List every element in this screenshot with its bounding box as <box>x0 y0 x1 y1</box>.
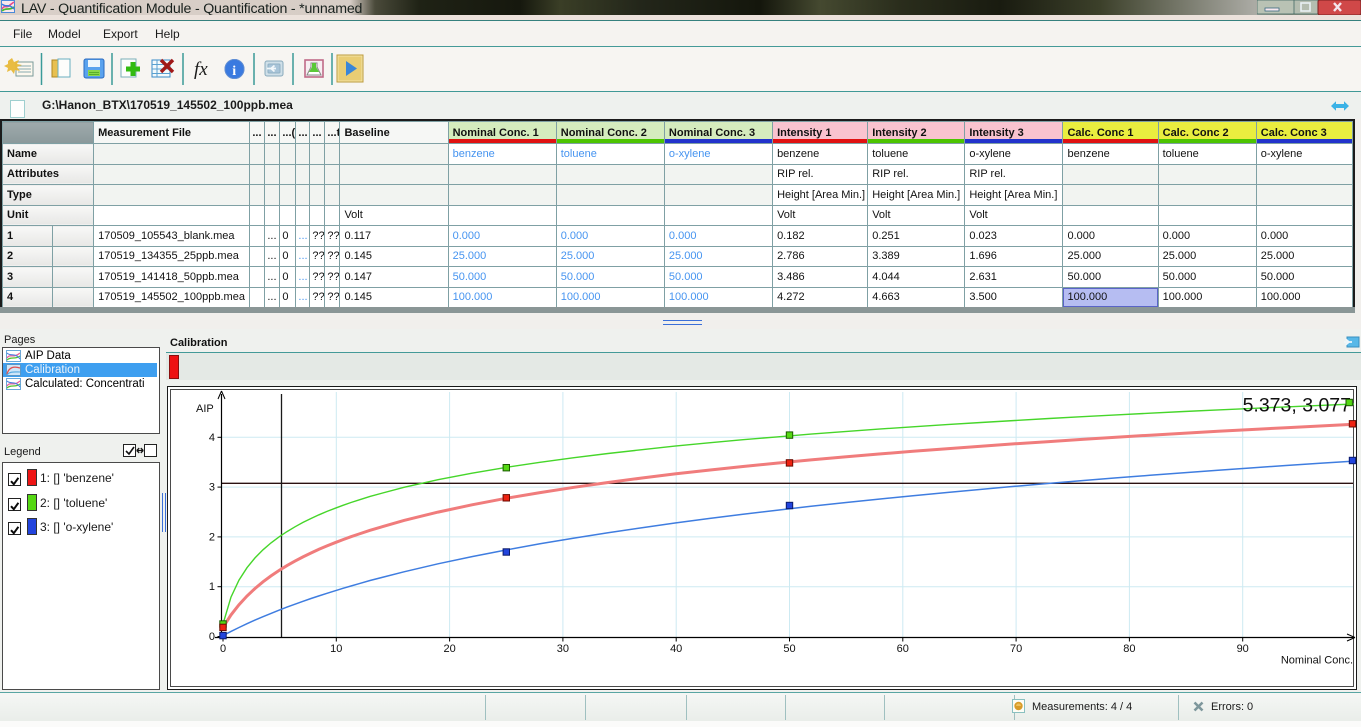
svg-text:40: 40 <box>670 643 682 655</box>
svg-text:fx: fx <box>194 59 208 80</box>
svg-text:0: 0 <box>209 631 215 643</box>
svg-text:0: 0 <box>220 643 226 655</box>
svg-text:Nominal Conc.: Nominal Conc. <box>1281 655 1353 667</box>
svg-text:3: 3 <box>209 482 215 494</box>
svg-text:AIP: AIP <box>196 403 214 415</box>
svg-text:4: 4 <box>209 432 215 444</box>
svg-text:70: 70 <box>1010 643 1022 655</box>
svg-text:2: 2 <box>209 531 215 543</box>
svg-text:i: i <box>232 64 236 79</box>
svg-text:80: 80 <box>1123 643 1135 655</box>
svg-text:50: 50 <box>783 643 795 655</box>
svg-text:20: 20 <box>443 643 455 655</box>
svg-text:30: 30 <box>557 643 569 655</box>
svg-text:10: 10 <box>330 643 342 655</box>
svg-text:90: 90 <box>1237 643 1249 655</box>
svg-text:5.373, 3.077: 5.373, 3.077 <box>1243 395 1351 417</box>
svg-text:60: 60 <box>897 643 909 655</box>
svg-text:1: 1 <box>209 581 215 593</box>
